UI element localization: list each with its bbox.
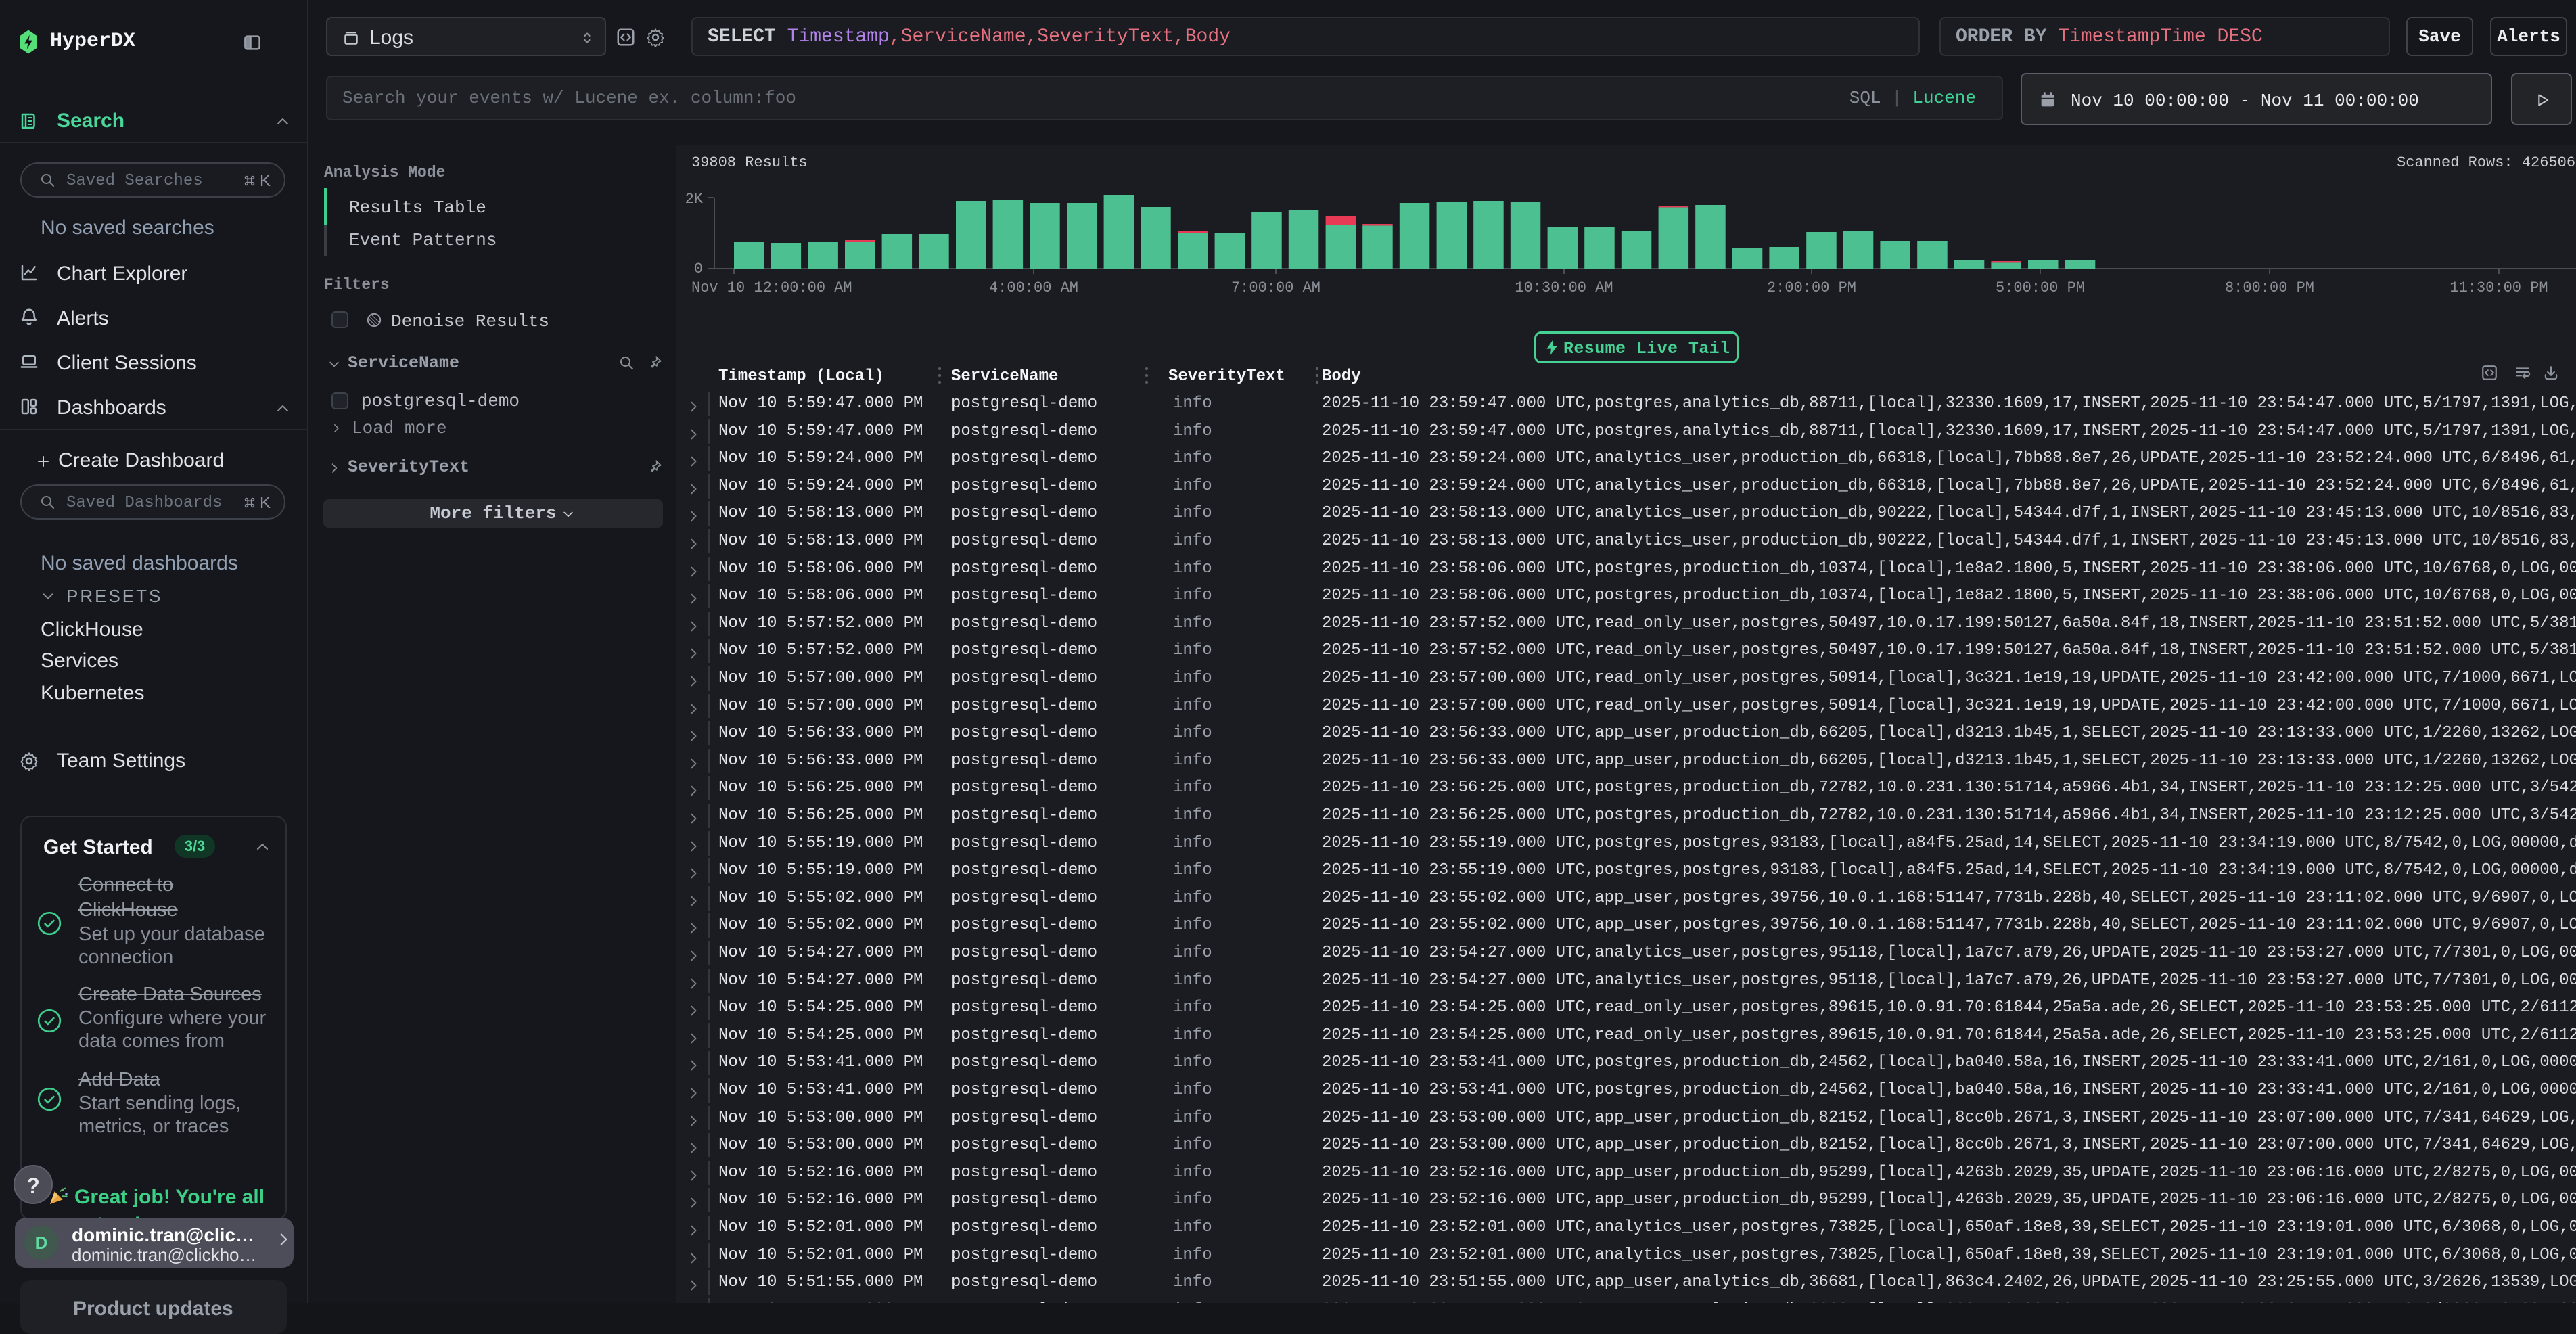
svg-text:10:30:00 AM: 10:30:00 AM [1515, 279, 1613, 296]
svg-text:2K: 2K [685, 191, 704, 208]
svg-text:7:00:00 AM: 7:00:00 AM [1231, 279, 1320, 296]
svg-text:2:00:00 PM: 2:00:00 PM [1767, 279, 1856, 296]
svg-text:8:00:00 PM: 8:00:00 PM [2225, 279, 2314, 296]
svg-text:0: 0 [694, 260, 703, 277]
svg-text:4:00:00 AM: 4:00:00 AM [989, 279, 1078, 296]
svg-text:5:00:00 PM: 5:00:00 PM [1996, 279, 2085, 296]
svg-text:Nov 10 12:00:00 AM: Nov 10 12:00:00 AM [691, 279, 852, 296]
svg-text:11:30:00 PM: 11:30:00 PM [2450, 279, 2548, 296]
